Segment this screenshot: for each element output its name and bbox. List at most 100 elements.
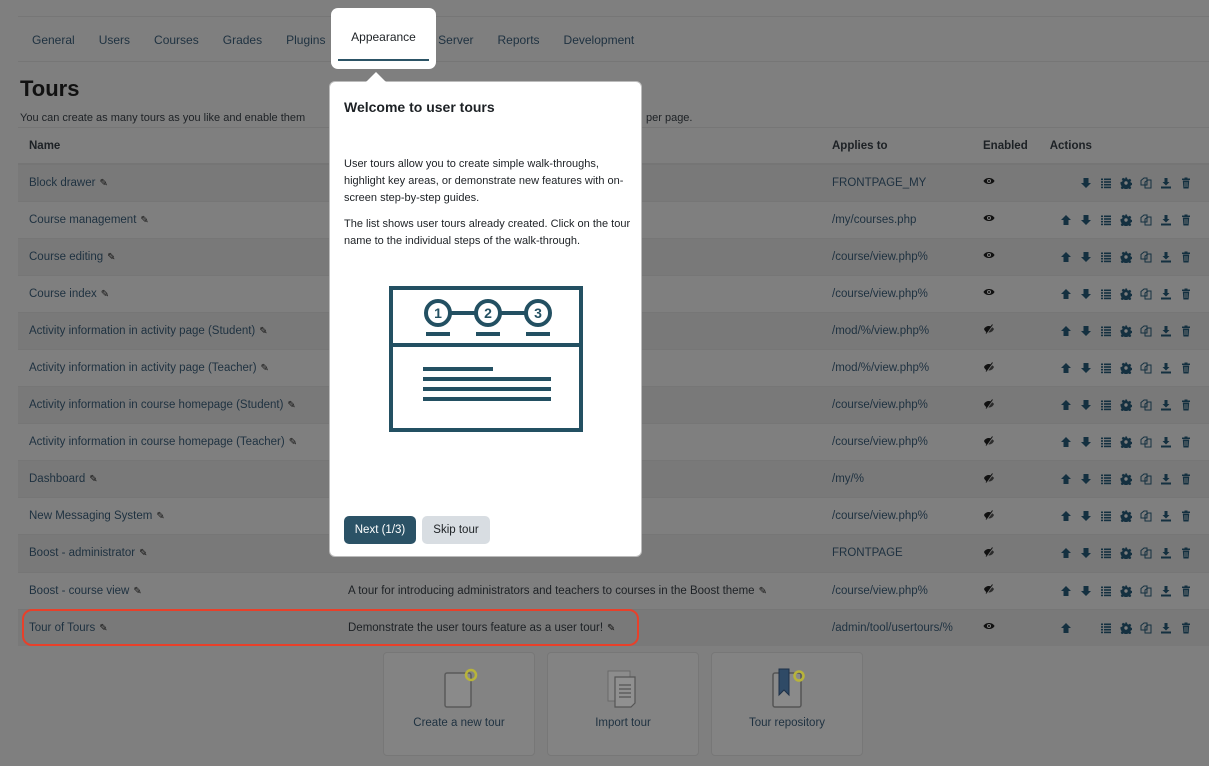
- delete-button[interactable]: [1179, 621, 1192, 634]
- move-down-button[interactable]: [1079, 362, 1092, 375]
- move-down-button[interactable]: [1079, 250, 1092, 263]
- eye-icon[interactable]: [983, 252, 995, 264]
- eye-icon[interactable]: [983, 215, 995, 227]
- pencil-icon[interactable]: ✎: [101, 289, 109, 300]
- duplicate-button[interactable]: [1139, 362, 1152, 375]
- nav-tab-plugins[interactable]: Plugins: [274, 21, 337, 59]
- nav-tab-courses[interactable]: Courses: [142, 21, 211, 59]
- skip-tour-button[interactable]: Skip tour: [422, 516, 490, 544]
- export-button[interactable]: [1159, 362, 1172, 375]
- edit-settings-button[interactable]: [1119, 621, 1132, 634]
- export-button[interactable]: [1159, 287, 1172, 300]
- edit-settings-button[interactable]: [1119, 213, 1132, 226]
- pencil-icon[interactable]: ✎: [99, 178, 107, 189]
- move-up-button[interactable]: [1059, 324, 1072, 337]
- eye-slash-icon[interactable]: [983, 435, 995, 450]
- duplicate-button[interactable]: [1139, 584, 1152, 597]
- pencil-icon[interactable]: ✎: [89, 474, 97, 485]
- pencil-icon[interactable]: ✎: [259, 326, 267, 337]
- edit-settings-button[interactable]: [1119, 176, 1132, 189]
- duplicate-button[interactable]: [1139, 473, 1152, 486]
- tour-name-link[interactable]: Block drawer: [29, 177, 95, 189]
- export-button[interactable]: [1159, 436, 1172, 449]
- edit-settings-button[interactable]: [1119, 510, 1132, 523]
- pencil-icon[interactable]: ✎: [759, 586, 767, 597]
- export-button[interactable]: [1159, 250, 1172, 263]
- pencil-icon[interactable]: ✎: [133, 586, 141, 597]
- eye-icon[interactable]: [983, 178, 995, 190]
- move-up-button[interactable]: [1059, 250, 1072, 263]
- duplicate-button[interactable]: [1139, 621, 1152, 634]
- nav-tab-appearance-active[interactable]: Appearance: [331, 8, 436, 69]
- move-down-button[interactable]: [1079, 287, 1092, 300]
- tour-name-link[interactable]: Boost - administrator: [29, 547, 135, 559]
- view-steps-button[interactable]: [1099, 621, 1112, 634]
- pencil-icon[interactable]: ✎: [107, 252, 115, 263]
- edit-settings-button[interactable]: [1119, 584, 1132, 597]
- eye-slash-icon[interactable]: [983, 547, 995, 561]
- move-up-button[interactable]: [1059, 510, 1072, 523]
- view-steps-button[interactable]: [1099, 213, 1112, 226]
- eye-slash-icon[interactable]: [983, 398, 995, 413]
- eye-icon[interactable]: [983, 289, 995, 301]
- nav-tab-grades[interactable]: Grades: [211, 21, 274, 59]
- delete-button[interactable]: [1179, 436, 1192, 449]
- duplicate-button[interactable]: [1139, 213, 1152, 226]
- view-steps-button[interactable]: [1099, 547, 1112, 560]
- nav-tab-reports[interactable]: Reports: [486, 21, 552, 59]
- create-tour-button[interactable]: Create a new tour: [383, 652, 535, 756]
- eye-slash-icon[interactable]: [983, 361, 995, 376]
- move-down-button[interactable]: [1079, 213, 1092, 226]
- view-steps-button[interactable]: [1099, 510, 1112, 523]
- view-steps-button[interactable]: [1099, 584, 1112, 597]
- move-up-button[interactable]: [1059, 399, 1072, 412]
- delete-button[interactable]: [1179, 324, 1192, 337]
- export-button[interactable]: [1159, 399, 1172, 412]
- move-down-button[interactable]: [1079, 510, 1092, 523]
- move-up-button[interactable]: [1059, 362, 1072, 375]
- move-down-button[interactable]: [1079, 584, 1092, 597]
- delete-button[interactable]: [1179, 547, 1192, 560]
- view-steps-button[interactable]: [1099, 473, 1112, 486]
- delete-button[interactable]: [1179, 473, 1192, 486]
- move-up-button[interactable]: [1059, 621, 1072, 634]
- duplicate-button[interactable]: [1139, 324, 1152, 337]
- delete-button[interactable]: [1179, 213, 1192, 226]
- view-steps-button[interactable]: [1099, 399, 1112, 412]
- tour-name-link[interactable]: Activity information in course homepage …: [29, 436, 285, 448]
- delete-button[interactable]: [1179, 250, 1192, 263]
- tour-name-link[interactable]: Course index: [29, 288, 97, 300]
- edit-settings-button[interactable]: [1119, 399, 1132, 412]
- move-down-button[interactable]: [1079, 399, 1092, 412]
- edit-settings-button[interactable]: [1119, 362, 1132, 375]
- delete-button[interactable]: [1179, 584, 1192, 597]
- tour-name-link[interactable]: Course editing: [29, 251, 103, 263]
- import-tour-button[interactable]: Import tour: [547, 652, 699, 756]
- pencil-icon[interactable]: ✎: [261, 363, 269, 374]
- tour-name-link[interactable]: Activity information in activity page (S…: [29, 325, 255, 337]
- duplicate-button[interactable]: [1139, 399, 1152, 412]
- move-down-button[interactable]: [1079, 436, 1092, 449]
- pencil-icon[interactable]: ✎: [140, 215, 148, 226]
- delete-button[interactable]: [1179, 362, 1192, 375]
- duplicate-button[interactable]: [1139, 510, 1152, 523]
- view-steps-button[interactable]: [1099, 250, 1112, 263]
- pencil-icon[interactable]: ✎: [289, 437, 297, 448]
- move-down-button[interactable]: [1079, 473, 1092, 486]
- export-button[interactable]: [1159, 213, 1172, 226]
- nav-tab-development[interactable]: Development: [552, 21, 647, 59]
- tour-repository-button[interactable]: Tour repository: [711, 652, 863, 756]
- view-steps-button[interactable]: [1099, 324, 1112, 337]
- move-up-button[interactable]: [1059, 287, 1072, 300]
- next-button[interactable]: Next (1/3): [344, 516, 416, 544]
- tour-name-link[interactable]: New Messaging System: [29, 510, 152, 522]
- pencil-icon[interactable]: ✎: [139, 548, 147, 559]
- delete-button[interactable]: [1179, 399, 1192, 412]
- move-down-button[interactable]: [1079, 547, 1092, 560]
- tour-name-link[interactable]: Activity information in activity page (T…: [29, 362, 257, 374]
- duplicate-button[interactable]: [1139, 250, 1152, 263]
- export-button[interactable]: [1159, 621, 1172, 634]
- nav-tab-general[interactable]: General: [18, 21, 87, 59]
- tour-name-link[interactable]: Course management: [29, 214, 136, 226]
- edit-settings-button[interactable]: [1119, 547, 1132, 560]
